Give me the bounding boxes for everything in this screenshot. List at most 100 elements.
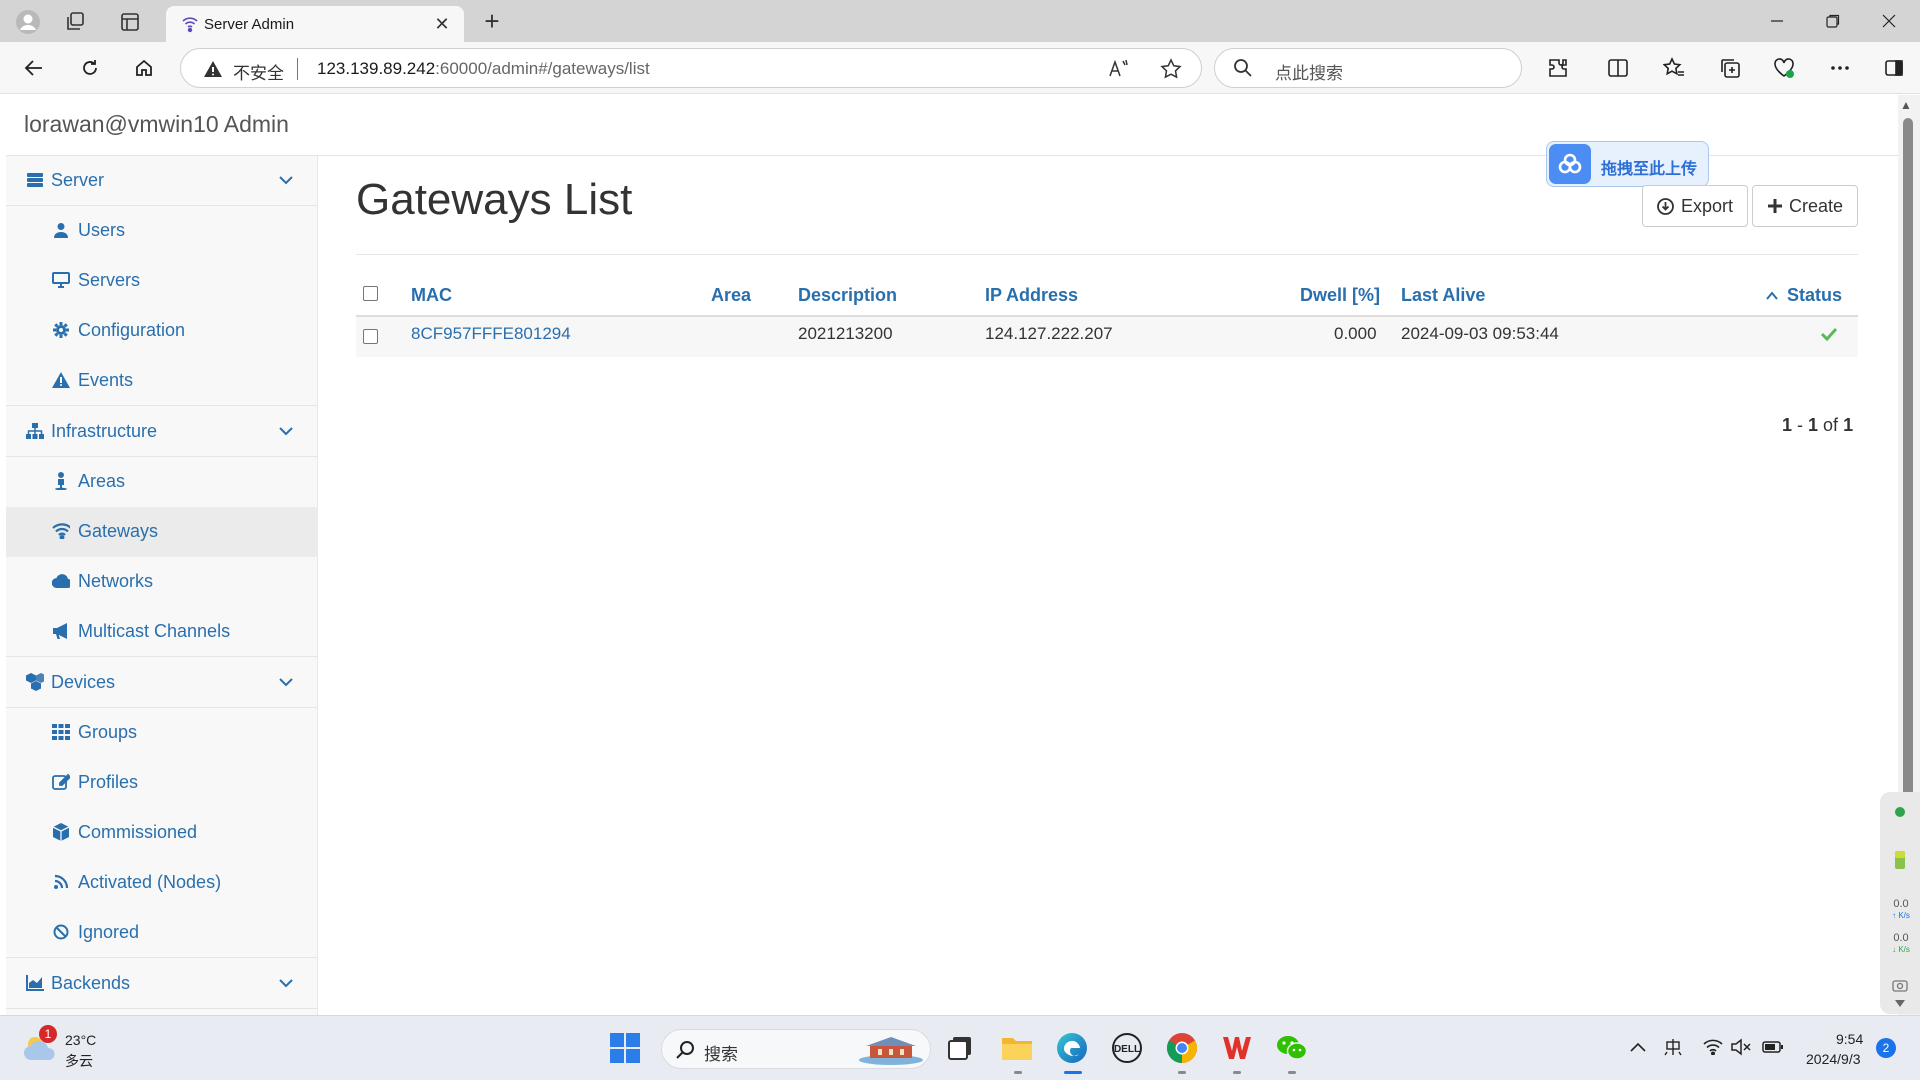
task-view-icon[interactable] bbox=[942, 1030, 978, 1066]
sidebar-item-areas[interactable]: Areas bbox=[6, 457, 318, 507]
profile-icon[interactable] bbox=[14, 8, 42, 36]
warning-icon[interactable] bbox=[203, 59, 223, 79]
column-header-mac[interactable]: MAC bbox=[411, 285, 452, 306]
battery-icon[interactable] bbox=[1762, 1036, 1784, 1058]
sidebar-section-backends[interactable]: Backends bbox=[6, 959, 318, 1009]
favorites-icon[interactable] bbox=[1660, 54, 1688, 82]
notification-count-badge[interactable]: 2 bbox=[1876, 1038, 1896, 1058]
wifi-icon[interactable] bbox=[1702, 1036, 1724, 1058]
address-bar[interactable]: 不安全 123.139.89.242:60000/admin#/gateways… bbox=[180, 48, 1202, 88]
show-hidden-icons-chevron-icon[interactable] bbox=[1627, 1036, 1649, 1058]
scroll-down-arrow-icon[interactable] bbox=[1894, 998, 1906, 1008]
windows-start-icon[interactable] bbox=[607, 1030, 643, 1066]
sidebar-item-servers[interactable]: Servers bbox=[6, 256, 318, 306]
file-explorer-icon[interactable] bbox=[999, 1030, 1035, 1066]
workspaces-icon[interactable] bbox=[62, 8, 90, 36]
export-button[interactable]: Export bbox=[1642, 185, 1748, 227]
sidebar-item-gateways[interactable]: Gateways bbox=[6, 507, 318, 557]
column-header-description[interactable]: Description bbox=[798, 285, 897, 306]
back-icon[interactable] bbox=[18, 52, 50, 84]
chevron-down-icon[interactable] bbox=[276, 421, 296, 441]
upload-badge-text: 拖拽至此上传 bbox=[1601, 161, 1698, 178]
sidebar-item-configuration[interactable]: Configuration bbox=[6, 306, 318, 356]
active-tab[interactable]: Server Admin ✕ bbox=[166, 6, 464, 42]
dell-app-icon[interactable]: DELL bbox=[1109, 1030, 1145, 1066]
column-header-last-alive[interactable]: Last Alive bbox=[1401, 285, 1485, 306]
pager-to: 1 bbox=[1808, 415, 1819, 435]
chevron-down-icon[interactable] bbox=[276, 973, 296, 993]
taskbar-search[interactable]: 搜索 bbox=[661, 1029, 931, 1069]
row-checkbox[interactable] bbox=[363, 329, 378, 344]
monitor-icon bbox=[52, 271, 70, 289]
create-button[interactable]: Create bbox=[1752, 185, 1858, 227]
weather-alert-badge: 1 bbox=[39, 1025, 57, 1043]
extensions-icon[interactable] bbox=[1544, 54, 1572, 82]
chevron-down-icon[interactable] bbox=[276, 170, 296, 190]
grid-icon bbox=[52, 723, 70, 741]
sidebar-item-users[interactable]: Users bbox=[6, 206, 318, 256]
wps-office-icon[interactable] bbox=[1219, 1030, 1255, 1066]
sidebar-item-activated-nodes[interactable]: Activated (Nodes) bbox=[6, 858, 318, 908]
clock-date[interactable]: 2024/9/3 bbox=[1806, 1051, 1861, 1067]
volume-muted-icon[interactable] bbox=[1730, 1036, 1752, 1058]
wechat-icon[interactable] bbox=[1274, 1030, 1310, 1066]
sidebar-item-label: Configuration bbox=[78, 320, 186, 340]
chevron-down-icon[interactable] bbox=[276, 672, 296, 692]
sidebar-item-events[interactable]: Events bbox=[6, 356, 318, 406]
upload-drop-badge[interactable]: 拖拽至此上传 bbox=[1546, 141, 1709, 187]
new-tab-icon[interactable]: + bbox=[478, 8, 506, 36]
restore-icon[interactable] bbox=[1806, 0, 1860, 42]
browser-essentials-icon[interactable] bbox=[1770, 54, 1798, 82]
admin-title[interactable]: lorawan@vmwin10 Admin bbox=[24, 111, 289, 138]
refresh-icon[interactable] bbox=[74, 52, 106, 84]
network-speed-widget[interactable]: 0.0 ↑ K/s 0.0 ↓ K/s bbox=[1880, 792, 1920, 1014]
camera-icon[interactable] bbox=[1892, 978, 1908, 992]
column-header-area[interactable]: Area bbox=[711, 285, 751, 306]
column-header-status[interactable]: Status bbox=[1787, 285, 1842, 306]
url-path: :60000/admin#/gateways/list bbox=[435, 59, 650, 78]
browser-tab-bar: Server Admin ✕ + bbox=[0, 0, 1920, 42]
chrome-browser-icon[interactable] bbox=[1164, 1030, 1200, 1066]
weather-temp[interactable]: 23°C bbox=[65, 1032, 96, 1048]
sitemap-icon bbox=[26, 422, 44, 440]
more-menu-icon[interactable] bbox=[1826, 54, 1854, 82]
weather-desc[interactable]: 多云 bbox=[65, 1051, 93, 1071]
column-header-dwell[interactable]: Dwell [%] bbox=[1300, 285, 1380, 306]
split-screen-icon[interactable] bbox=[1604, 54, 1632, 82]
close-window-icon[interactable] bbox=[1862, 0, 1916, 42]
scrollbar-thumb[interactable] bbox=[1903, 118, 1913, 880]
read-aloud-icon[interactable] bbox=[1107, 57, 1131, 81]
home-icon[interactable] bbox=[128, 52, 160, 84]
gateway-dwell: 0.000 bbox=[1334, 324, 1377, 343]
sidebar-section-infrastructure[interactable]: Infrastructure bbox=[6, 407, 318, 457]
sidebar-section-devices[interactable]: Devices bbox=[6, 658, 318, 708]
clock-time[interactable]: 9:54 bbox=[1836, 1031, 1863, 1047]
collections-icon[interactable] bbox=[1716, 54, 1744, 82]
close-tab-icon[interactable]: ✕ bbox=[432, 14, 452, 34]
sidebar-section-label: Devices bbox=[51, 672, 116, 692]
sidebar-item-networks[interactable]: Networks bbox=[6, 557, 318, 607]
sidebar-toggle-icon[interactable] bbox=[1880, 54, 1908, 82]
sidebar-item-label: Groups bbox=[78, 722, 138, 742]
sidebar-item-profiles[interactable]: Profiles bbox=[6, 758, 318, 808]
pager-of-label: of bbox=[1823, 415, 1839, 435]
sort-up-icon[interactable] bbox=[1765, 289, 1779, 301]
input-method-icon[interactable] bbox=[1662, 1036, 1684, 1058]
sidebar-section-server[interactable]: Server bbox=[6, 156, 318, 206]
sidebar-item-ignored[interactable]: Ignored bbox=[6, 908, 318, 958]
select-all-checkbox[interactable] bbox=[363, 286, 378, 301]
sidebar-section-label: Backends bbox=[51, 973, 131, 993]
favorite-star-icon[interactable] bbox=[1159, 57, 1183, 81]
sidebar-item-multicast-channels[interactable]: Multicast Channels bbox=[6, 607, 318, 657]
sidebar-item-commissioned[interactable]: Commissioned bbox=[6, 808, 318, 858]
scroll-up-arrow-icon[interactable]: ▲ bbox=[1900, 98, 1912, 112]
column-header-ip-address[interactable]: IP Address bbox=[985, 285, 1078, 306]
edge-browser-icon[interactable] bbox=[1054, 1030, 1090, 1066]
gateway-mac-link[interactable]: 8CF957FFFE801294 bbox=[411, 324, 571, 344]
sidebar-item-groups[interactable]: Groups bbox=[6, 708, 318, 758]
minimize-icon[interactable] bbox=[1750, 0, 1804, 42]
download-speed-unit: K/s bbox=[1898, 945, 1910, 954]
vertical-tabs-icon[interactable] bbox=[116, 8, 144, 36]
search-icon bbox=[676, 1041, 694, 1059]
browser-search-box[interactable]: 点此搜索 bbox=[1214, 48, 1522, 88]
